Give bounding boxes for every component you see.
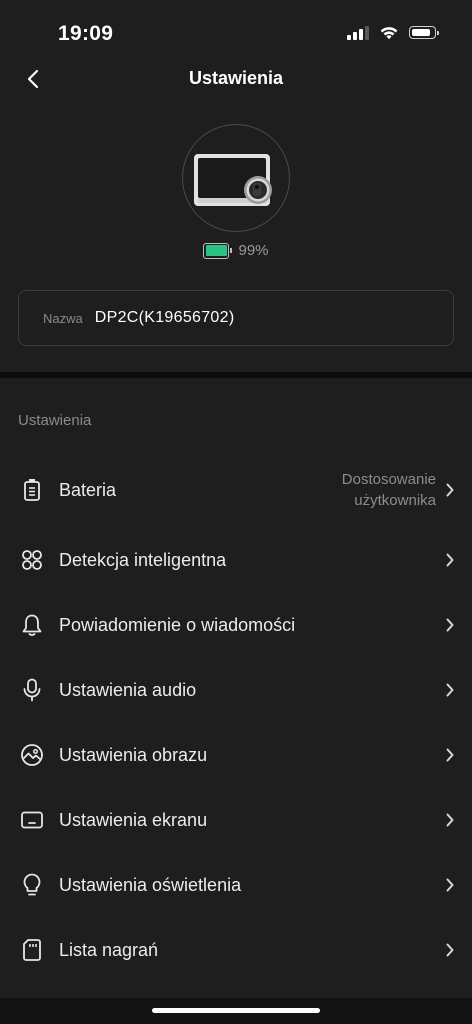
navigation-bar: Ustawienia (0, 60, 472, 100)
wifi-icon (380, 27, 398, 40)
chevron-right-icon (444, 483, 456, 497)
name-value: DP2C(K19656702) (94, 309, 235, 326)
page-title: Ustawienia (188, 68, 284, 88)
chevron-right-icon (444, 748, 456, 762)
status-time: 19:09 (58, 22, 114, 45)
chevron-right-icon (444, 813, 456, 827)
device-header-panel: 19:09 Ustawienia 99% Nazwa DP2C(K1965670… (0, 0, 472, 372)
status-bar: 19:09 (0, 0, 472, 60)
settings-item-label: Ustawienia oświetlenia (59, 874, 242, 895)
device-name-field[interactable]: Nazwa DP2C(K19656702) (18, 290, 454, 346)
settings-item-label: Powiadomienie o wiadomości (59, 614, 296, 635)
settings-item-lighting[interactable]: Ustawienia oświetlenia (0, 853, 472, 917)
battery-mode-line2: użytkownika (354, 492, 436, 509)
doorbell-device-icon (194, 154, 272, 206)
settings-item-label: Bateria (59, 479, 117, 500)
settings-item-audio[interactable]: Ustawienia audio (0, 658, 472, 722)
chevron-right-icon (444, 683, 456, 697)
settings-item-notifications[interactable]: Powiadomienie o wiadomości (0, 593, 472, 657)
bell-icon (20, 613, 44, 637)
chevron-right-icon (444, 618, 456, 632)
settings-item-label: Ustawienia audio (59, 679, 197, 700)
battery-status-icon (409, 26, 439, 39)
settings-item-label: Detekcja inteligentna (59, 549, 227, 570)
settings-item-recordings[interactable]: Lista nagrań (0, 918, 472, 982)
device-battery: 99% (0, 242, 472, 259)
status-icons (347, 25, 439, 40)
settings-item-image[interactable]: Ustawienia obrazu (0, 723, 472, 787)
section-header: Ustawienia (18, 412, 92, 429)
battery-mode-value: Dostosowanie użytkownika (342, 469, 436, 511)
device-image (182, 124, 290, 232)
screen-icon (20, 808, 44, 832)
chevron-right-icon (444, 553, 456, 567)
name-label: Nazwa (43, 310, 83, 326)
cellular-signal-icon (347, 25, 369, 40)
microphone-icon (20, 678, 44, 702)
settings-item-label: Lista nagrań (59, 939, 159, 960)
chevron-right-icon (444, 878, 456, 892)
settings-item-label: Ustawienia obrazu (59, 744, 208, 765)
lightbulb-icon (20, 873, 44, 897)
home-indicator[interactable] (152, 1008, 320, 1013)
chevron-right-icon (444, 943, 456, 957)
battery-mode-line1: Dostosowanie (341, 471, 436, 488)
battery-percent: 99% (238, 242, 269, 259)
screen: 19:09 Ustawienia 99% Nazwa DP2C(K1965670… (0, 0, 472, 1024)
settings-panel: Ustawienia Bateria Dostosowanie użytkown… (0, 378, 472, 998)
settings-item-battery[interactable]: Bateria Dostosowanie użytkownika (0, 458, 472, 522)
image-icon (20, 743, 44, 767)
settings-item-screen[interactable]: Ustawienia ekranu (0, 788, 472, 852)
battery-level-icon (203, 242, 233, 259)
sd-card-icon (20, 938, 44, 962)
smart-detection-icon (20, 548, 44, 572)
settings-item-label: Ustawienia ekranu (59, 809, 208, 830)
battery-icon (20, 478, 44, 502)
settings-item-smart-detection[interactable]: Detekcja inteligentna (0, 528, 472, 592)
